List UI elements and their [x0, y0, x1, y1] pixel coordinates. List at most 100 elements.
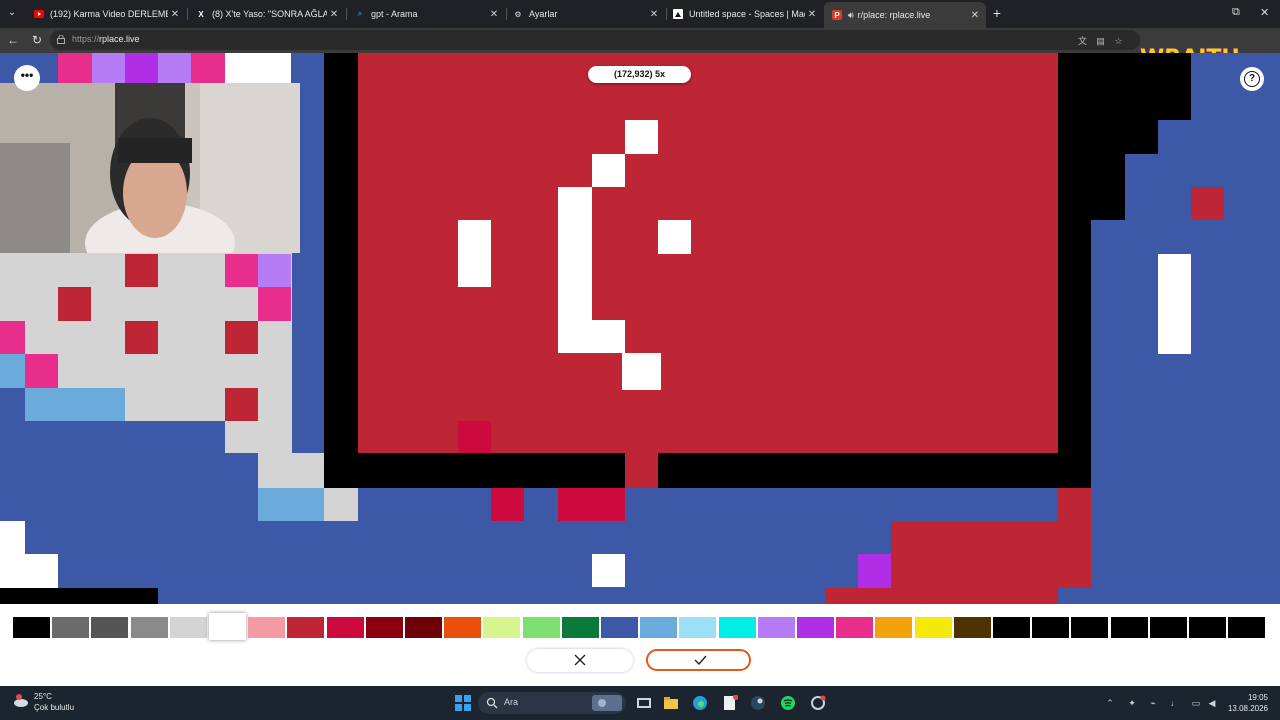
color-swatch[interactable]	[797, 617, 834, 638]
pixel	[125, 321, 158, 354]
display-icon[interactable]: ▭	[1191, 698, 1201, 708]
close-icon[interactable]: ✕	[805, 9, 819, 20]
file-explorer-icon[interactable]	[663, 695, 679, 711]
color-swatch[interactable]	[209, 613, 246, 640]
color-swatch[interactable]	[1071, 617, 1108, 638]
pixel	[125, 53, 158, 83]
tab-settings[interactable]: ⚙ Ayarlar ✕	[505, 3, 665, 25]
pixel	[458, 421, 491, 453]
pixel	[558, 187, 592, 353]
tray-chevron-up-icon[interactable]: ⌃	[1105, 698, 1115, 708]
close-icon[interactable]: ✕	[647, 9, 661, 20]
rplace-canvas[interactable]: ••• (172,932) 5x ?	[0, 53, 1280, 604]
rplace-icon: P	[832, 10, 842, 20]
close-icon[interactable]: ✕	[327, 9, 341, 20]
tab-label: r/place: rplace.live	[857, 10, 931, 20]
pixel	[125, 254, 158, 287]
color-swatch[interactable]	[13, 617, 50, 638]
back-arrow-icon[interactable]: ←	[5, 32, 21, 48]
color-swatch[interactable]	[91, 617, 128, 638]
tab-rplace[interactable]: P 🔊︎ r/place: rplace.live ✕	[824, 2, 986, 28]
microphone-icon[interactable]: ♩	[1170, 698, 1180, 708]
color-swatch[interactable]	[915, 617, 952, 638]
color-swatch[interactable]	[1111, 617, 1148, 638]
color-swatch[interactable]	[954, 617, 991, 638]
color-swatch[interactable]	[601, 617, 638, 638]
search-placeholder: Ara	[504, 697, 519, 707]
color-swatch[interactable]	[1189, 617, 1226, 638]
close-icon[interactable]: ✕	[968, 10, 982, 21]
pixel	[25, 388, 125, 421]
tab-youtube[interactable]: (192) Karma Video DERLEMESİ #2 ✕	[26, 3, 186, 25]
translate-icon[interactable]: 文	[1077, 36, 1088, 47]
close-window-icon[interactable]: ✕	[1260, 6, 1269, 19]
color-swatch[interactable]	[719, 617, 756, 638]
pixel	[592, 154, 625, 187]
color-swatch[interactable]	[523, 617, 560, 638]
color-swatch[interactable]	[758, 617, 795, 638]
tab-x[interactable]: X (8) X'te Yaso: "SONRA AĞLAMAK Y ✕	[188, 3, 345, 25]
color-swatch[interactable]	[287, 617, 324, 638]
color-swatch[interactable]	[405, 617, 442, 638]
pixel	[1191, 53, 1280, 604]
app-icon[interactable]	[810, 695, 826, 711]
pixel	[92, 53, 125, 83]
spotify-icon[interactable]	[780, 695, 796, 711]
windows-start-icon[interactable]	[455, 695, 471, 711]
close-icon[interactable]: ✕	[487, 9, 501, 20]
weather-widget[interactable]: 25°C Çok bulutlu	[12, 691, 74, 713]
tab-search[interactable]: ⌕ gpt - Arama ✕	[347, 3, 505, 25]
system-clock[interactable]: 19:05 13.08.2026	[1216, 692, 1268, 714]
color-swatch[interactable]	[52, 617, 89, 638]
pixel	[0, 388, 25, 453]
task-view-icon[interactable]	[636, 695, 652, 711]
steam-icon[interactable]	[750, 695, 766, 711]
url-host: rplace.live	[99, 34, 140, 44]
pixel	[1058, 120, 1158, 154]
network-off-icon[interactable]: ⌁	[1148, 698, 1158, 708]
color-swatch[interactable]	[131, 617, 168, 638]
color-swatch[interactable]	[483, 617, 520, 638]
tab-actions-chevron-icon[interactable]: ⌄	[5, 6, 19, 20]
color-swatch[interactable]	[562, 617, 599, 638]
clock-time: 19:05	[1247, 693, 1268, 702]
color-swatch[interactable]	[366, 617, 403, 638]
color-swatch[interactable]	[836, 617, 873, 638]
color-swatch[interactable]	[993, 617, 1030, 638]
taskbar-search[interactable]: Ara	[478, 692, 626, 714]
color-swatch[interactable]	[248, 617, 285, 638]
cancel-button[interactable]	[527, 649, 633, 672]
color-swatch[interactable]	[327, 617, 364, 638]
speaker-icon[interactable]: 🔊︎	[848, 10, 854, 21]
close-icon[interactable]: ✕	[168, 9, 182, 20]
color-swatch[interactable]	[170, 617, 207, 638]
pixel	[625, 120, 658, 154]
bluetooth-icon[interactable]: ✦	[1127, 698, 1137, 708]
color-swatch[interactable]	[1032, 617, 1069, 638]
pixel	[625, 453, 658, 488]
edge-browser-icon[interactable]	[692, 695, 708, 711]
favorite-star-icon[interactable]: ☆	[1113, 36, 1124, 47]
url-field[interactable]: https://rplace.live 文 ▤ ☆	[50, 30, 1140, 50]
temperature: 25°C	[34, 692, 52, 701]
tab-magnific[interactable]: Untitled space - Spaces | Magnific ✕	[665, 3, 823, 25]
color-swatch[interactable]	[1228, 617, 1265, 638]
color-swatch[interactable]	[875, 617, 912, 638]
notepad-icon[interactable]	[722, 694, 739, 711]
reload-icon[interactable]: ↻	[29, 32, 45, 48]
webcam-overlay	[0, 83, 300, 253]
restore-window-icon[interactable]: ⧉	[1232, 6, 1240, 19]
color-swatch[interactable]	[640, 617, 677, 638]
new-tab-button[interactable]: +	[989, 5, 1005, 21]
confirm-button[interactable]	[646, 649, 751, 671]
menu-button[interactable]: •••	[14, 65, 40, 91]
pixel	[491, 488, 524, 521]
pixel	[622, 353, 661, 390]
tab-label: Ayarlar	[529, 9, 558, 19]
reader-view-icon[interactable]: ▤	[1095, 36, 1106, 47]
color-swatch[interactable]	[679, 617, 716, 638]
help-button[interactable]: ?	[1240, 67, 1264, 91]
pixel	[0, 588, 158, 604]
color-swatch[interactable]	[1150, 617, 1187, 638]
color-swatch[interactable]	[444, 617, 481, 638]
